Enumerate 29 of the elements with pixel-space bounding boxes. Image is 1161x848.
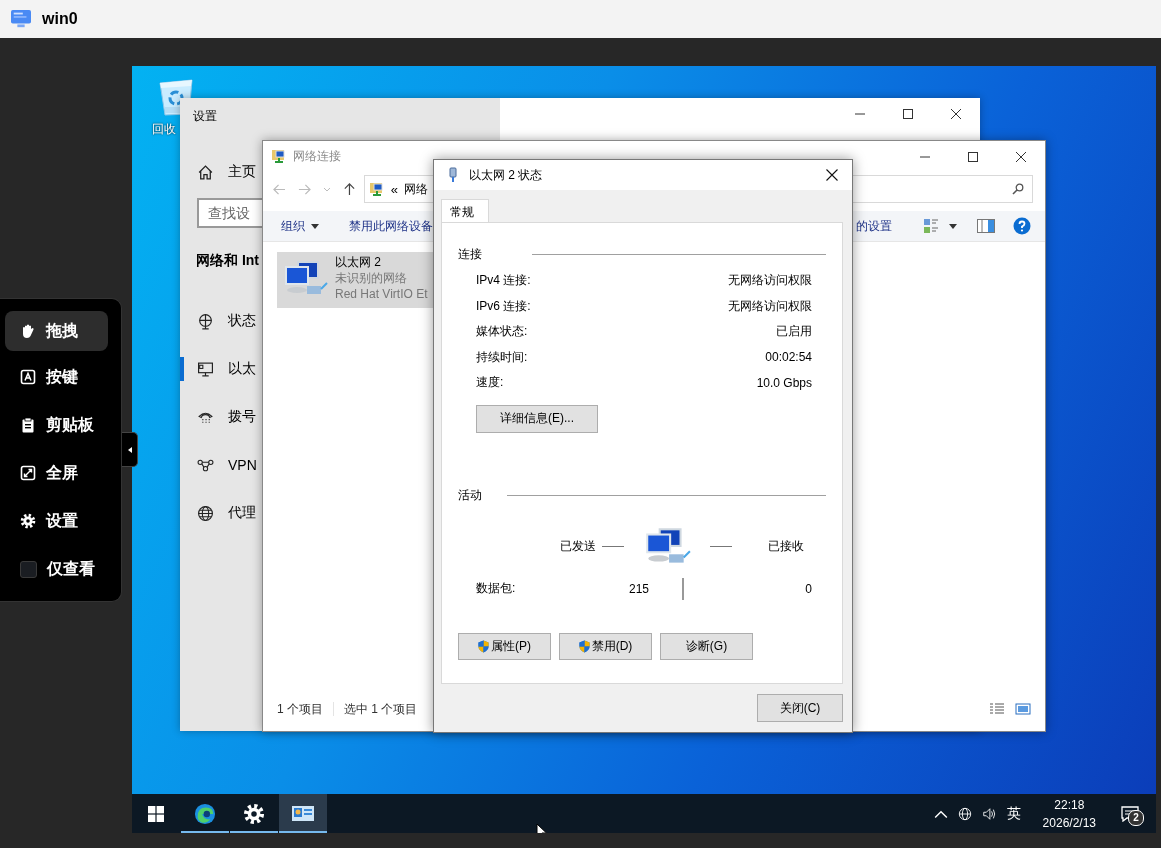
received-label: 已接收 bbox=[768, 538, 804, 555]
notification-badge: 2 bbox=[1128, 810, 1144, 826]
adapter-status: 未识别的网络 bbox=[335, 270, 408, 286]
field-label: IPv6 连接: bbox=[476, 297, 531, 315]
field-label: IPv4 连接: bbox=[476, 272, 531, 290]
field-value: 无网络访问权限 bbox=[728, 297, 812, 315]
field-value: 10.0 Gbps bbox=[756, 375, 812, 390]
status-text: 1 个项目 bbox=[277, 700, 323, 718]
status-text: 选中 1 个项目 bbox=[344, 700, 418, 718]
sent-count: 215 bbox=[627, 581, 649, 596]
field-label: 媒体状态: bbox=[476, 323, 528, 341]
received-count: 0 bbox=[804, 581, 812, 596]
window-title: 网络连接 bbox=[293, 147, 342, 165]
field-label: 持续时间: bbox=[476, 348, 528, 366]
section-heading: 网络和 Int bbox=[196, 252, 259, 270]
field-value: 已启用 bbox=[776, 323, 812, 341]
field-value: 无网络访问权限 bbox=[728, 272, 812, 290]
window-title: 设置 bbox=[192, 108, 218, 125]
sent-label: 已发送 bbox=[560, 538, 596, 555]
adapter-name: 以太网 2 bbox=[335, 254, 382, 270]
checkbox-label: 仅查看 bbox=[47, 558, 95, 579]
adapter-device: Red Hat VirtIO Et bbox=[335, 286, 428, 302]
field-label: 数据包: bbox=[476, 580, 517, 597]
group-heading: 活动 bbox=[458, 487, 482, 504]
field-value: 00:02:54 bbox=[765, 350, 812, 365]
window-title: 以太网 2 状态 bbox=[469, 166, 543, 184]
group-heading: 连接 bbox=[458, 245, 482, 263]
field-label: 速度: bbox=[476, 374, 504, 392]
app-title: win0 bbox=[42, 10, 78, 28]
